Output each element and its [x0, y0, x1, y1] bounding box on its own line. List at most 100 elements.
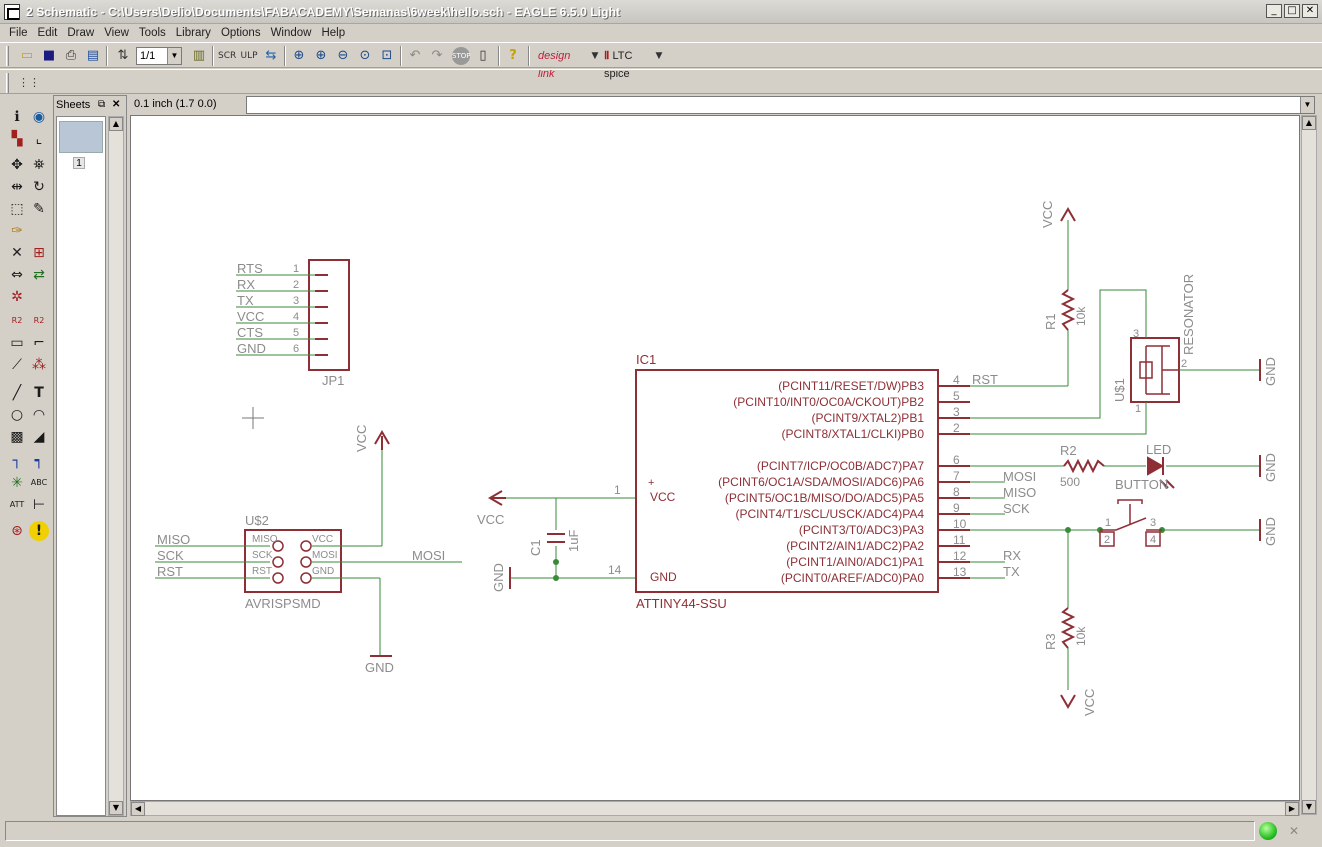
scroll-down-icon[interactable]: ▼ [1302, 800, 1316, 814]
open-icon[interactable]: ▭ [18, 47, 36, 65]
menu-library[interactable]: Library [171, 27, 216, 39]
stop-icon[interactable]: STOP [452, 47, 470, 65]
menu-options[interactable]: Options [216, 27, 266, 39]
menu-draw[interactable]: Draw [62, 27, 99, 39]
float-icon[interactable]: ⧉ [98, 96, 105, 114]
title-bar[interactable]: 2 Schematic - C:\Users\Delio\Documents\F… [0, 0, 1322, 24]
redraw-icon[interactable]: ⊙ [356, 47, 374, 65]
r3-resistor[interactable] [1060, 607, 1076, 649]
bus-icon[interactable]: ┐ [7, 451, 27, 471]
add-icon[interactable]: ⊞ [29, 243, 49, 263]
canvas-vertical-scrollbar[interactable]: ▲ ▼ [1301, 115, 1317, 815]
polygon-icon[interactable]: ◢ [29, 427, 49, 447]
schematic-canvas[interactable]: RTS RX TX VCC CTS GND 1 2 3 4 5 6 JP1 MI… [130, 115, 1300, 801]
go-icon[interactable]: ▯ [474, 47, 492, 65]
name-icon[interactable]: R2 [7, 311, 27, 331]
group-icon[interactable]: ⬚ [7, 199, 27, 219]
text-icon[interactable]: T [29, 383, 49, 403]
smash-icon[interactable]: ▭ [7, 333, 27, 353]
junction-icon[interactable]: ✳ [7, 473, 27, 493]
board-switch-icon[interactable]: ⇆ [262, 47, 280, 65]
chevron-down-icon[interactable]: ▼ [650, 47, 668, 65]
zoom-fit-icon[interactable]: ⊕ [290, 47, 308, 65]
save-icon[interactable]: ■ [40, 47, 58, 65]
toolbar-grip[interactable] [6, 73, 9, 93]
designlink-button[interactable]: design link [538, 47, 588, 80]
script-icon[interactable]: SCR [218, 47, 236, 65]
gateswap-icon[interactable]: ⇄ [29, 265, 49, 285]
undo-icon[interactable]: ↶ [406, 47, 424, 65]
dimension-icon[interactable]: ⊢ [29, 495, 49, 515]
isp-header[interactable]: MISO SCK RST VCC MOSI GND MISO SCK RST M… [155, 425, 462, 675]
arc-icon[interactable]: ◠ [29, 405, 49, 425]
pinswap-icon[interactable]: ⇔ [7, 265, 27, 285]
scroll-down-icon[interactable]: ▼ [109, 801, 123, 815]
sheets-scrollbar[interactable]: ▲ ▼ [108, 116, 124, 816]
mirror-icon[interactable]: ⇹ [7, 177, 27, 197]
minimize-button[interactable]: _ [1266, 4, 1282, 18]
zoom-in-icon[interactable]: ⊕ [312, 47, 330, 65]
help-icon[interactable]: ? [504, 47, 522, 65]
miter-icon[interactable]: ⌐ [29, 333, 49, 353]
wire-icon[interactable]: ╱ [7, 383, 27, 403]
rotate-icon[interactable]: ↻ [29, 177, 49, 197]
schematic-drawing[interactable]: RTS RX TX VCC CTS GND 1 2 3 4 5 6 JP1 MI… [131, 116, 1299, 800]
eagle-app-icon[interactable] [4, 3, 20, 20]
cam-processor-icon[interactable]: ▤ [84, 47, 102, 65]
use-library-icon[interactable]: ▥ [190, 47, 208, 65]
mark-icon[interactable]: ⌞ [29, 129, 49, 149]
zoom-select-icon[interactable]: ⊡ [378, 47, 396, 65]
toolbar-grip[interactable] [6, 46, 9, 66]
redo-icon[interactable]: ↷ [428, 47, 446, 65]
menu-file[interactable]: File [4, 27, 33, 39]
info-icon[interactable]: ℹ [7, 107, 27, 127]
value-icon[interactable]: R2 [29, 311, 49, 331]
print-icon[interactable]: ⎙ [62, 47, 80, 65]
scroll-up-icon[interactable]: ▲ [109, 117, 123, 131]
maximize-button[interactable]: □ [1284, 4, 1300, 18]
scroll-right-icon[interactable]: ▶ [1285, 802, 1299, 816]
erc-icon[interactable]: ⊛ [7, 521, 27, 541]
ltc-spice-button[interactable]: Ⅱ LTC spice [604, 47, 652, 80]
chevron-down-icon[interactable]: ▼ [167, 48, 181, 64]
errors-icon[interactable]: ! [29, 521, 49, 541]
resonator[interactable]: 3 2 1 U$1 RESONATOR GND [970, 274, 1278, 435]
copy-icon[interactable]: ⛯ [29, 155, 49, 175]
menu-edit[interactable]: Edit [33, 27, 63, 39]
sheet-select[interactable]: 1/1 ▼ [136, 47, 182, 65]
rect-icon[interactable]: ▩ [7, 427, 27, 447]
chevron-down-icon[interactable]: ▼ [1300, 97, 1314, 113]
change-icon[interactable]: ✎ [29, 199, 49, 219]
delete-icon[interactable]: ✕ [7, 243, 27, 263]
canvas-horizontal-scrollbar[interactable]: ◀ ▶ [130, 801, 1300, 816]
attribute-icon[interactable]: ATT [7, 495, 27, 515]
menu-window[interactable]: Window [266, 27, 317, 39]
circle-icon[interactable]: ○ [7, 405, 27, 425]
sheet-number[interactable]: 1 [73, 157, 85, 169]
paste-icon[interactable]: ✑ [7, 221, 27, 241]
zoom-out-icon[interactable]: ⊖ [334, 47, 352, 65]
stop-status-icon[interactable]: ✕ [1284, 822, 1304, 840]
scroll-up-icon[interactable]: ▲ [1302, 116, 1316, 130]
menu-help[interactable]: Help [316, 27, 350, 39]
menu-tools[interactable]: Tools [134, 27, 171, 39]
sheet-thumbnail[interactable] [59, 121, 103, 153]
jp1-connector[interactable]: RTS RX TX VCC CTS GND 1 2 3 4 5 6 JP1 [236, 259, 350, 388]
label-icon[interactable]: ABC [29, 473, 49, 493]
close-button[interactable]: ✕ [1302, 4, 1318, 18]
close-icon[interactable]: ✕ [112, 96, 120, 114]
scroll-left-icon[interactable]: ◀ [131, 802, 145, 816]
split-icon[interactable]: ⟋ [7, 355, 27, 375]
move-icon[interactable]: ✥ [7, 155, 27, 175]
r1-resistor[interactable]: VCC R1 10k [1040, 201, 1088, 386]
net-icon[interactable]: ┑ [29, 451, 49, 471]
display-layers-icon[interactable]: ▚ [7, 129, 27, 149]
invoke-icon[interactable]: ⁂ [29, 355, 49, 375]
ic1-attiny44[interactable]: IC1 ATTINY44-SSU + VCC GND 1 14 (PCINT11… [608, 352, 1068, 611]
show-icon[interactable]: ◉ [29, 107, 49, 127]
chevron-down-icon[interactable]: ▼ [586, 47, 604, 65]
sheet-icon[interactable]: ⇅ [114, 47, 132, 65]
ulp-icon[interactable]: ULP [240, 47, 258, 65]
command-input[interactable]: ▼ [246, 96, 1315, 114]
menu-view[interactable]: View [99, 27, 134, 39]
